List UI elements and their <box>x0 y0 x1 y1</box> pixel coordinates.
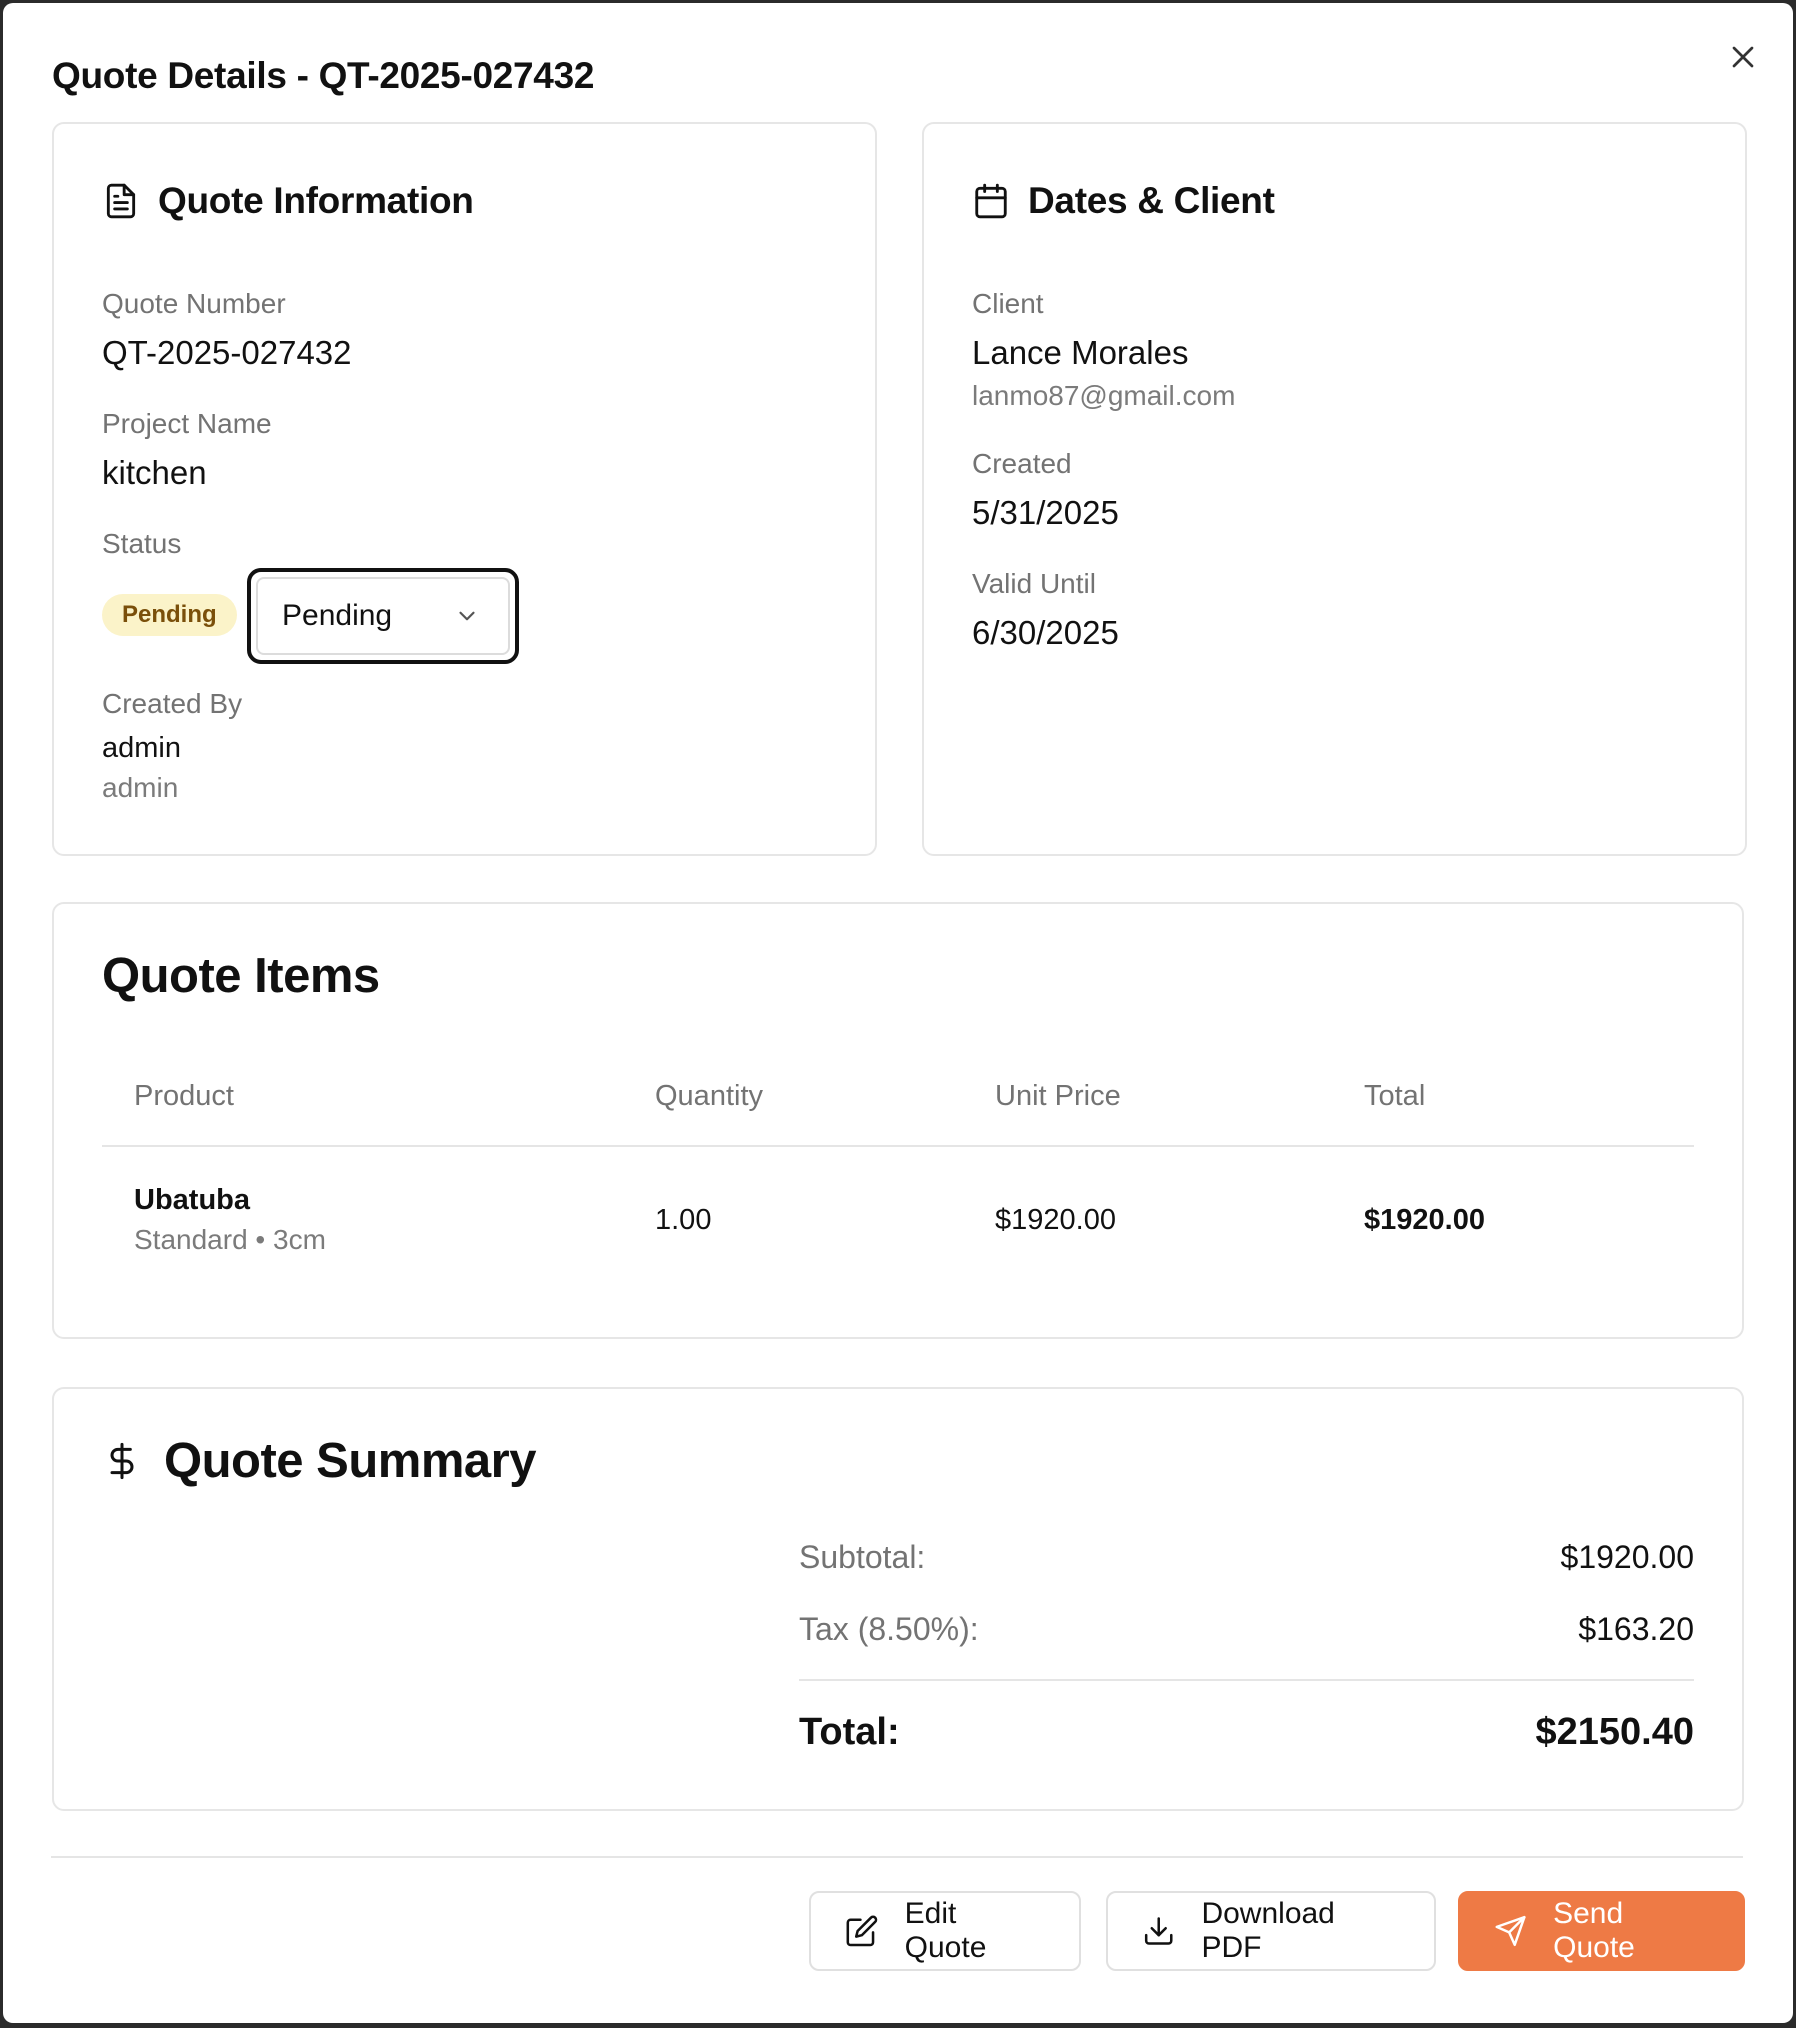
item-unit-price: $1920.00 <box>995 1204 1116 1236</box>
created-by-name: admin <box>102 732 181 764</box>
client-name: Lance Morales <box>972 334 1189 371</box>
quote-number-label: Quote Number <box>102 288 286 319</box>
status-label: Status <box>102 528 182 559</box>
quote-items-card: Quote Items Product Quantity Unit Price … <box>52 902 1744 1339</box>
total-value: $2150.40 <box>1535 1711 1695 1753</box>
file-text-icon <box>102 182 140 220</box>
column-header-total: Total <box>1364 1080 1426 1112</box>
close-button[interactable] <box>1725 39 1761 75</box>
created-date-label: Created <box>972 448 1072 479</box>
download-pdf-button[interactable]: Download PDF <box>1106 1891 1436 1971</box>
total-label: Total: <box>799 1711 900 1753</box>
status-select[interactable]: Pending <box>256 577 510 655</box>
edit-icon <box>845 1914 879 1948</box>
quote-details-modal: Quote Details - QT-2025-027432 Quote Inf… <box>3 3 1793 2023</box>
dollar-sign-icon <box>102 1441 142 1481</box>
edit-quote-label: Edit Quote <box>904 1897 987 1964</box>
item-product-name: Ubatuba <box>134 1184 250 1216</box>
created-date-value: 5/31/2025 <box>972 494 1119 531</box>
quote-summary-card: Quote Summary Subtotal: $1920.00 Tax (8.… <box>52 1387 1744 1811</box>
item-product-details: Standard • 3cm <box>134 1224 326 1255</box>
status-select-focus-ring: Pending <box>247 568 519 664</box>
send-quote-button[interactable]: Send Quote <box>1458 1891 1745 1971</box>
created-by-label: Created By <box>102 688 243 719</box>
quote-items-title: Quote Items <box>102 949 380 1003</box>
quote-summary-title: Quote Summary <box>164 1434 536 1488</box>
dates-client-header: Dates & Client <box>972 180 1275 222</box>
status-select-value: Pending <box>282 599 393 632</box>
footer-divider <box>51 1856 1743 1858</box>
dates-client-card: Dates & Client Client Lance Morales lanm… <box>922 122 1747 856</box>
close-icon <box>1725 39 1761 75</box>
subtotal-label: Subtotal: <box>799 1539 926 1575</box>
status-badge: Pending <box>102 594 237 636</box>
column-header-quantity: Quantity <box>655 1080 763 1112</box>
quote-information-card: Quote Information Quote Number QT-2025-0… <box>52 122 877 856</box>
modal-title: Quote Details - QT-2025-027432 <box>52 55 595 96</box>
send-quote-label: Send Quote <box>1553 1897 1635 1964</box>
quote-information-title: Quote Information <box>158 180 474 221</box>
table-header-divider <box>102 1145 1694 1147</box>
subtotal-value: $1920.00 <box>1560 1539 1694 1575</box>
created-by-role: admin <box>102 772 179 803</box>
chevron-down-icon <box>454 603 480 629</box>
send-icon <box>1494 1914 1527 1948</box>
edit-quote-button[interactable]: Edit Quote <box>809 1891 1081 1971</box>
valid-until-value: 6/30/2025 <box>972 614 1119 651</box>
dates-client-title: Dates & Client <box>1028 180 1275 221</box>
tax-value: $163.20 <box>1578 1611 1694 1647</box>
download-pdf-label: Download PDF <box>1201 1897 1335 1964</box>
tax-label: Tax (8.50%): <box>799 1611 979 1647</box>
calendar-icon <box>972 182 1010 220</box>
valid-until-label: Valid Until <box>972 568 1096 599</box>
summary-divider <box>799 1679 1694 1681</box>
quote-information-header: Quote Information <box>102 180 474 222</box>
client-email: lanmo87@gmail.com <box>972 380 1236 411</box>
item-total: $1920.00 <box>1364 1204 1485 1236</box>
client-label: Client <box>972 288 1044 319</box>
project-name-label: Project Name <box>102 408 272 439</box>
download-icon <box>1142 1914 1175 1948</box>
quote-number-value: QT-2025-027432 <box>102 334 352 371</box>
column-header-product: Product <box>134 1080 234 1112</box>
column-header-unit-price: Unit Price <box>995 1080 1121 1112</box>
quote-summary-header: Quote Summary <box>102 1433 536 1489</box>
item-quantity: 1.00 <box>655 1204 712 1236</box>
project-name-value: kitchen <box>102 454 207 491</box>
